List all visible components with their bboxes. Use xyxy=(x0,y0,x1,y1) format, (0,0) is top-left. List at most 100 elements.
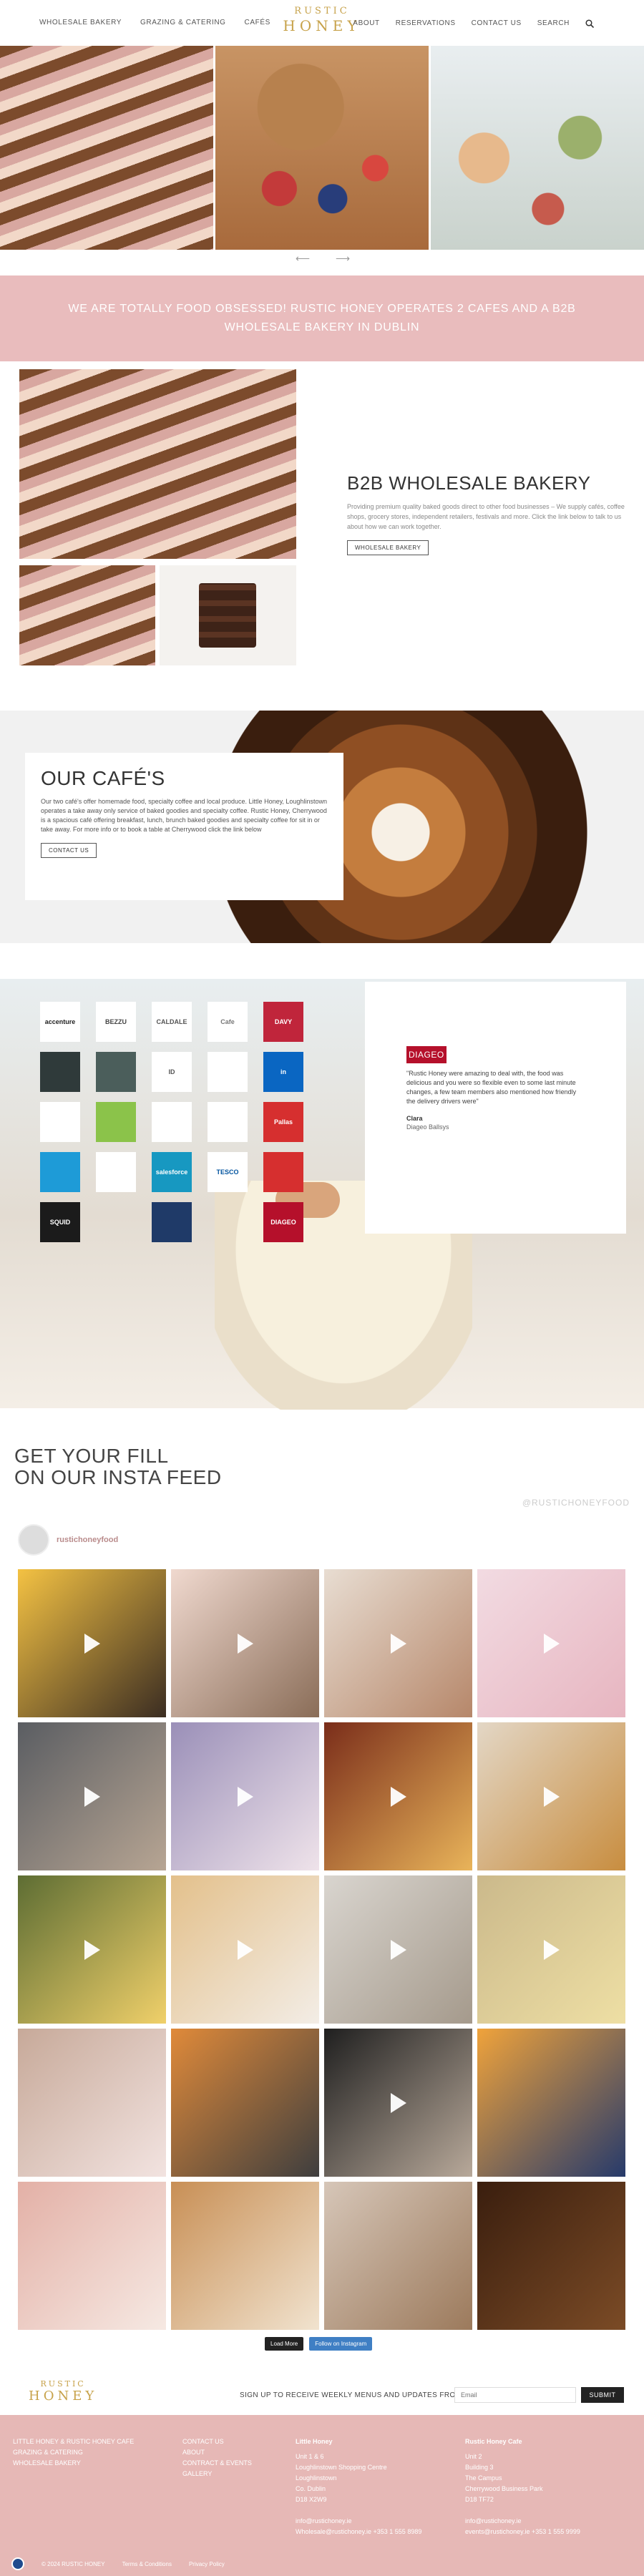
insta-post-tile[interactable] xyxy=(324,1875,472,2024)
cafes-title: OUR CAFÉ'S xyxy=(41,767,165,789)
insta-post-tile[interactable] xyxy=(171,2182,319,2330)
footer-little-honey-email[interactable]: info@rustichoney.ie xyxy=(296,2516,421,2527)
insta-post-tile[interactable] xyxy=(324,1569,472,1717)
footer-little-honey-line: D18 X2W9 xyxy=(296,2496,327,2503)
insta-post-tile[interactable] xyxy=(324,2029,472,2177)
footer-rustic-honey-contact[interactable]: events@rustichoney.ie +353 1 555 9999 xyxy=(465,2527,580,2537)
testimonial-name: Clara xyxy=(406,1115,423,1122)
footer-link-gallery[interactable]: GALLERY xyxy=(182,2469,252,2479)
insta-post-tile[interactable] xyxy=(171,2029,319,2177)
insta-post-tile[interactable] xyxy=(18,1569,166,1717)
insta-post-tile[interactable] xyxy=(324,2182,472,2330)
logo-bottom-text: HONEY xyxy=(283,17,361,34)
hero-image-bakery-cabinet xyxy=(0,46,213,250)
client-logo xyxy=(40,1052,80,1092)
logo-top-text: RUSTIC xyxy=(294,6,350,16)
avatar[interactable] xyxy=(18,1524,49,1556)
intro-banner-text: WE ARE TOTALLY FOOD OBSESSED! RUSTIC HON… xyxy=(68,303,576,333)
footer-logo[interactable]: RUSTIC HONEY xyxy=(29,2379,97,2404)
insta-post-tile[interactable] xyxy=(324,1722,472,1870)
footer-logo-bottom: HONEY xyxy=(29,2389,98,2404)
footer-link-cafes[interactable]: LITTLE HONEY & RUSTIC HONEY CAFE xyxy=(13,2436,134,2447)
nav-left: WHOLESALE BAKERY GRAZING & CATERING CAFÉ… xyxy=(39,19,270,26)
insta-post-tile[interactable] xyxy=(171,1722,319,1870)
footer-link-contact[interactable]: CONTACT US xyxy=(182,2436,252,2447)
footer-link-wholesale[interactable]: WHOLESALE BAKERY xyxy=(13,2458,134,2469)
client-logo xyxy=(40,1102,80,1142)
insta-post-tile[interactable] xyxy=(477,2182,625,2330)
insta-profile-name[interactable]: rustichoneyfood xyxy=(57,1536,118,1544)
nav-wholesale-bakery[interactable]: WHOLESALE BAKERY xyxy=(39,19,122,26)
hero-image-grazing-table xyxy=(431,46,644,250)
insta-post-tile[interactable] xyxy=(18,2182,166,2330)
cafes-card: OUR CAFÉ'S Our two café's offer homemade… xyxy=(25,753,343,900)
insta-post-tile[interactable] xyxy=(477,1722,625,1870)
insta-title-line2: ON OUR INSTA FEED xyxy=(14,1466,222,1488)
play-icon xyxy=(84,1786,100,1807)
slider-arrows: ⟵ ⟶ xyxy=(290,253,356,263)
wholesale-bakery-button[interactable]: WHOLESALE BAKERY xyxy=(347,540,429,555)
insta-post-tile[interactable] xyxy=(171,1569,319,1717)
wholesale-body: Providing premium quality baked goods di… xyxy=(347,503,625,530)
hero-slider xyxy=(0,46,644,250)
insta-title-line1: GET YOUR FILL xyxy=(14,1445,169,1467)
load-more-button[interactable]: Load More xyxy=(265,2337,304,2351)
footer-link-about[interactable]: ABOUT xyxy=(182,2447,252,2458)
insta-post-tile[interactable] xyxy=(477,1569,625,1717)
nav-contact-us[interactable]: CONTACT US xyxy=(472,19,522,27)
insta-handle[interactable]: @RUSTICHONEYFOOD xyxy=(522,1498,630,1508)
footer-terms-link[interactable]: Terms & Conditions xyxy=(122,2561,172,2567)
footer-rustic-honey-line: Cherrywood Business Park xyxy=(465,2485,543,2492)
nav-search[interactable]: SEARCH xyxy=(537,19,570,27)
insta-post-tile[interactable] xyxy=(171,1875,319,2024)
footer-little-honey-line: Loughlinstown xyxy=(296,2474,337,2482)
follow-instagram-button[interactable]: Follow on Instagram xyxy=(309,2337,373,2351)
insta-post-tile[interactable] xyxy=(477,2029,625,2177)
footer-privacy-link[interactable]: Privacy Policy xyxy=(189,2561,225,2567)
insta-post-tile[interactable] xyxy=(18,2029,166,2177)
insta-post-tile[interactable] xyxy=(18,1722,166,1870)
footer-link-grazing[interactable]: GRAZING & CATERING xyxy=(13,2447,134,2458)
play-icon xyxy=(543,1939,560,1960)
slider-prev-arrow-icon[interactable]: ⟵ xyxy=(290,253,316,263)
footer-little-honey-line: Co. Dublin xyxy=(296,2485,326,2492)
client-logo: CALDALE xyxy=(152,1002,192,1042)
insta-buttons: Load More Follow on Instagram xyxy=(265,2337,373,2351)
site-logo[interactable]: RUSTIC HONEY xyxy=(283,6,361,34)
wholesale-image-cabinet xyxy=(19,565,155,665)
client-logo xyxy=(152,1102,192,1142)
insta-feed-grid xyxy=(18,1569,626,2330)
footer-rustic-honey-title: Rustic Honey Cafe xyxy=(465,2438,522,2445)
client-logo xyxy=(96,1102,136,1142)
nav-reservations[interactable]: RESERVATIONS xyxy=(396,19,456,27)
play-icon xyxy=(84,1939,100,1960)
wholesale-section: B2B WHOLESALE BAKERY Providing premium q… xyxy=(347,472,626,555)
client-logo: Cafe xyxy=(208,1002,248,1042)
play-icon xyxy=(84,1633,100,1654)
client-logo: DIAGEO xyxy=(263,1202,303,1242)
footer-logo-top: RUSTIC xyxy=(40,2379,86,2389)
insta-title: GET YOUR FILL ON OUR INSTA FEED xyxy=(14,1445,222,1488)
footer-rustic-honey-line: D18 TF72 xyxy=(465,2496,494,2503)
newsletter-text: SIGN UP TO RECEIVE WEEKLY MENUS AND UPDA… xyxy=(240,2391,475,2399)
search-icon[interactable] xyxy=(585,19,595,29)
newsletter-submit-button[interactable]: SUBMIT xyxy=(581,2387,624,2403)
insta-post-tile[interactable] xyxy=(477,1875,625,2024)
footer-rustic-honey-line: Building 3 xyxy=(465,2464,494,2471)
footer-little-honey-contact[interactable]: Wholesale@rustichoney.ie +353 1 555 8989 xyxy=(296,2527,421,2537)
nav-cafes[interactable]: CAFÉS xyxy=(245,19,270,26)
client-logo xyxy=(208,1102,248,1142)
accessibility-badge-icon[interactable] xyxy=(11,2557,24,2570)
nav-about[interactable]: ABOUT xyxy=(353,19,379,27)
nav-grazing-catering[interactable]: GRAZING & CATERING xyxy=(140,19,226,26)
insta-profile[interactable]: rustichoneyfood xyxy=(18,1524,118,1556)
slider-next-arrow-icon[interactable]: ⟶ xyxy=(330,253,356,263)
cafes-body: Our two café's offer homemade food, spec… xyxy=(41,798,327,833)
insta-post-tile[interactable] xyxy=(18,1875,166,2024)
footer-rustic-honey-email[interactable]: info@rustichoney.ie xyxy=(465,2516,580,2527)
contact-us-button[interactable]: CONTACT US xyxy=(41,843,97,858)
footer-link-contract-events[interactable]: CONTRACT & EVENTS xyxy=(182,2458,252,2469)
newsletter-email-input[interactable] xyxy=(454,2387,576,2403)
nav-right: ABOUT RESERVATIONS CONTACT US SEARCH xyxy=(353,19,595,29)
client-logo: TESCO xyxy=(208,1152,248,1192)
